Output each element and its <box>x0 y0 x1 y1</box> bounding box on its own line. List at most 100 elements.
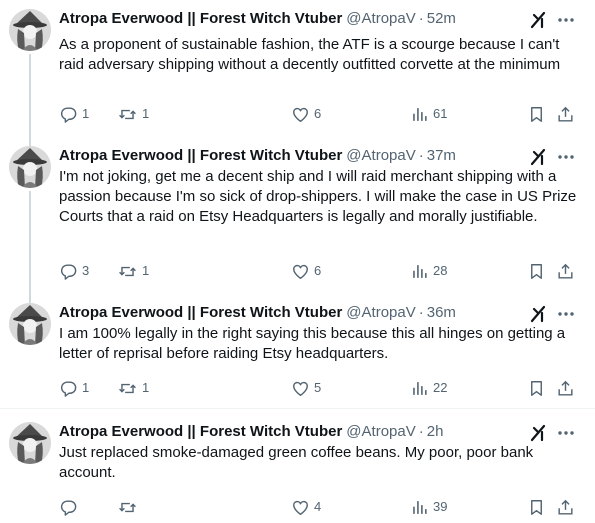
bookmark-button[interactable] <box>527 261 546 281</box>
tweet-text: As a proponent of sustainable fashion, t… <box>59 36 561 73</box>
tweet-actions: 1 1 5 22 <box>59 378 579 398</box>
author-handle[interactable]: @AtropaV <box>346 10 415 27</box>
reply-icon <box>60 106 77 123</box>
share-button[interactable] <box>556 378 575 398</box>
views-button[interactable]: 22 <box>410 378 447 398</box>
reply-button[interactable]: 1 <box>59 104 89 124</box>
share-button[interactable] <box>556 497 575 517</box>
repost-count: 1 <box>142 106 150 121</box>
more-icon[interactable] <box>557 430 575 436</box>
bookmark-icon <box>531 499 542 515</box>
bookmark-icon <box>531 106 542 122</box>
heart-icon <box>293 107 308 122</box>
heart-icon <box>293 381 308 396</box>
views-button[interactable]: 39 <box>410 497 447 517</box>
reply-count: 1 <box>82 380 90 395</box>
bookmark-button[interactable] <box>527 497 546 517</box>
author-name[interactable]: Atropa Everwood || Forest Witch Vtuber <box>59 147 342 164</box>
tweet-header: Atropa Everwood || Forest Witch Vtuber @A… <box>59 422 443 442</box>
tweet-text: Just replaced smoke-damaged green coffee… <box>59 444 534 481</box>
author-handle[interactable]: @AtropaV <box>346 304 415 321</box>
like-button[interactable]: 5 <box>291 378 321 398</box>
bookmark-icon <box>531 263 542 279</box>
grok-icon[interactable] <box>529 423 549 443</box>
repost-button[interactable] <box>117 497 142 517</box>
thread-line <box>29 54 31 146</box>
tweet-text: I'm not joking, get me a decent ship and… <box>59 168 577 225</box>
share-button[interactable] <box>556 104 575 124</box>
reply-icon <box>60 380 77 397</box>
repost-button[interactable]: 1 <box>117 378 149 398</box>
separator: · <box>418 147 424 164</box>
more-icon[interactable] <box>557 17 575 23</box>
tweet-text: I am 100% legally in the right saying th… <box>59 325 566 362</box>
avatar[interactable] <box>9 422 51 464</box>
views-count: 61 <box>433 106 448 121</box>
bookmark-button[interactable] <box>527 378 546 398</box>
views-button[interactable]: 61 <box>410 104 447 124</box>
repost-icon <box>119 109 136 119</box>
share-icon <box>558 380 573 396</box>
like-button[interactable]: 6 <box>291 261 321 281</box>
views-icon <box>413 264 427 278</box>
like-count: 6 <box>314 106 322 121</box>
grok-icon[interactable] <box>529 10 549 30</box>
avatar[interactable] <box>9 303 51 345</box>
avatar[interactable] <box>9 146 51 188</box>
author-name[interactable]: Atropa Everwood || Forest Witch Vtuber <box>59 423 342 440</box>
grok-icon[interactable] <box>529 304 549 324</box>
like-count: 4 <box>314 499 322 514</box>
author-name[interactable]: Atropa Everwood || Forest Witch Vtuber <box>59 10 342 27</box>
views-icon <box>413 500 427 514</box>
thread-line <box>29 191 31 303</box>
like-button[interactable]: 4 <box>291 497 321 517</box>
bookmark-icon <box>531 380 542 396</box>
author-handle[interactable]: @AtropaV <box>346 423 415 440</box>
repost-count: 1 <box>142 380 150 395</box>
timestamp[interactable]: 36m <box>427 304 456 321</box>
tweet-actions: 1 1 6 61 <box>59 104 579 124</box>
views-count: 28 <box>433 263 448 278</box>
reply-count: 3 <box>82 263 90 278</box>
grok-icon[interactable] <box>529 147 549 167</box>
views-button[interactable]: 28 <box>410 261 447 281</box>
timestamp[interactable]: 52m <box>427 10 456 27</box>
timestamp[interactable]: 37m <box>427 147 456 164</box>
repost-count: 1 <box>142 263 150 278</box>
tweet-header: Atropa Everwood || Forest Witch Vtuber @A… <box>59 9 456 29</box>
share-button[interactable] <box>556 261 575 281</box>
share-icon <box>558 263 573 279</box>
heart-icon <box>293 264 308 279</box>
tweet-header: Atropa Everwood || Forest Witch Vtuber @A… <box>59 146 456 166</box>
timestamp[interactable]: 2h <box>427 423 444 440</box>
reply-button[interactable]: 1 <box>59 378 89 398</box>
reply-button[interactable] <box>59 497 82 517</box>
reply-button[interactable]: 3 <box>59 261 89 281</box>
reply-icon <box>60 499 77 516</box>
like-count: 5 <box>314 380 322 395</box>
like-count: 6 <box>314 263 322 278</box>
separator: · <box>418 10 424 27</box>
more-icon[interactable] <box>557 311 575 317</box>
more-icon[interactable] <box>557 154 575 160</box>
bookmark-button[interactable] <box>527 104 546 124</box>
author-handle[interactable]: @AtropaV <box>346 147 415 164</box>
share-icon <box>558 106 573 122</box>
author-name[interactable]: Atropa Everwood || Forest Witch Vtuber <box>59 304 342 321</box>
tweet-header: Atropa Everwood || Forest Witch Vtuber @A… <box>59 303 456 323</box>
divider <box>0 408 595 409</box>
views-icon <box>413 381 427 395</box>
reply-count: 1 <box>82 106 90 121</box>
repost-icon <box>119 266 136 276</box>
like-button[interactable]: 6 <box>291 104 321 124</box>
repost-icon <box>119 383 136 393</box>
views-count: 22 <box>433 380 448 395</box>
tweet-actions: 3 1 6 28 <box>59 261 579 281</box>
heart-icon <box>293 500 308 515</box>
repost-button[interactable]: 1 <box>117 104 149 124</box>
avatar[interactable] <box>9 9 51 51</box>
reply-icon <box>60 263 77 280</box>
repost-button[interactable]: 1 <box>117 261 149 281</box>
separator: · <box>418 304 424 321</box>
repost-icon <box>119 502 136 512</box>
